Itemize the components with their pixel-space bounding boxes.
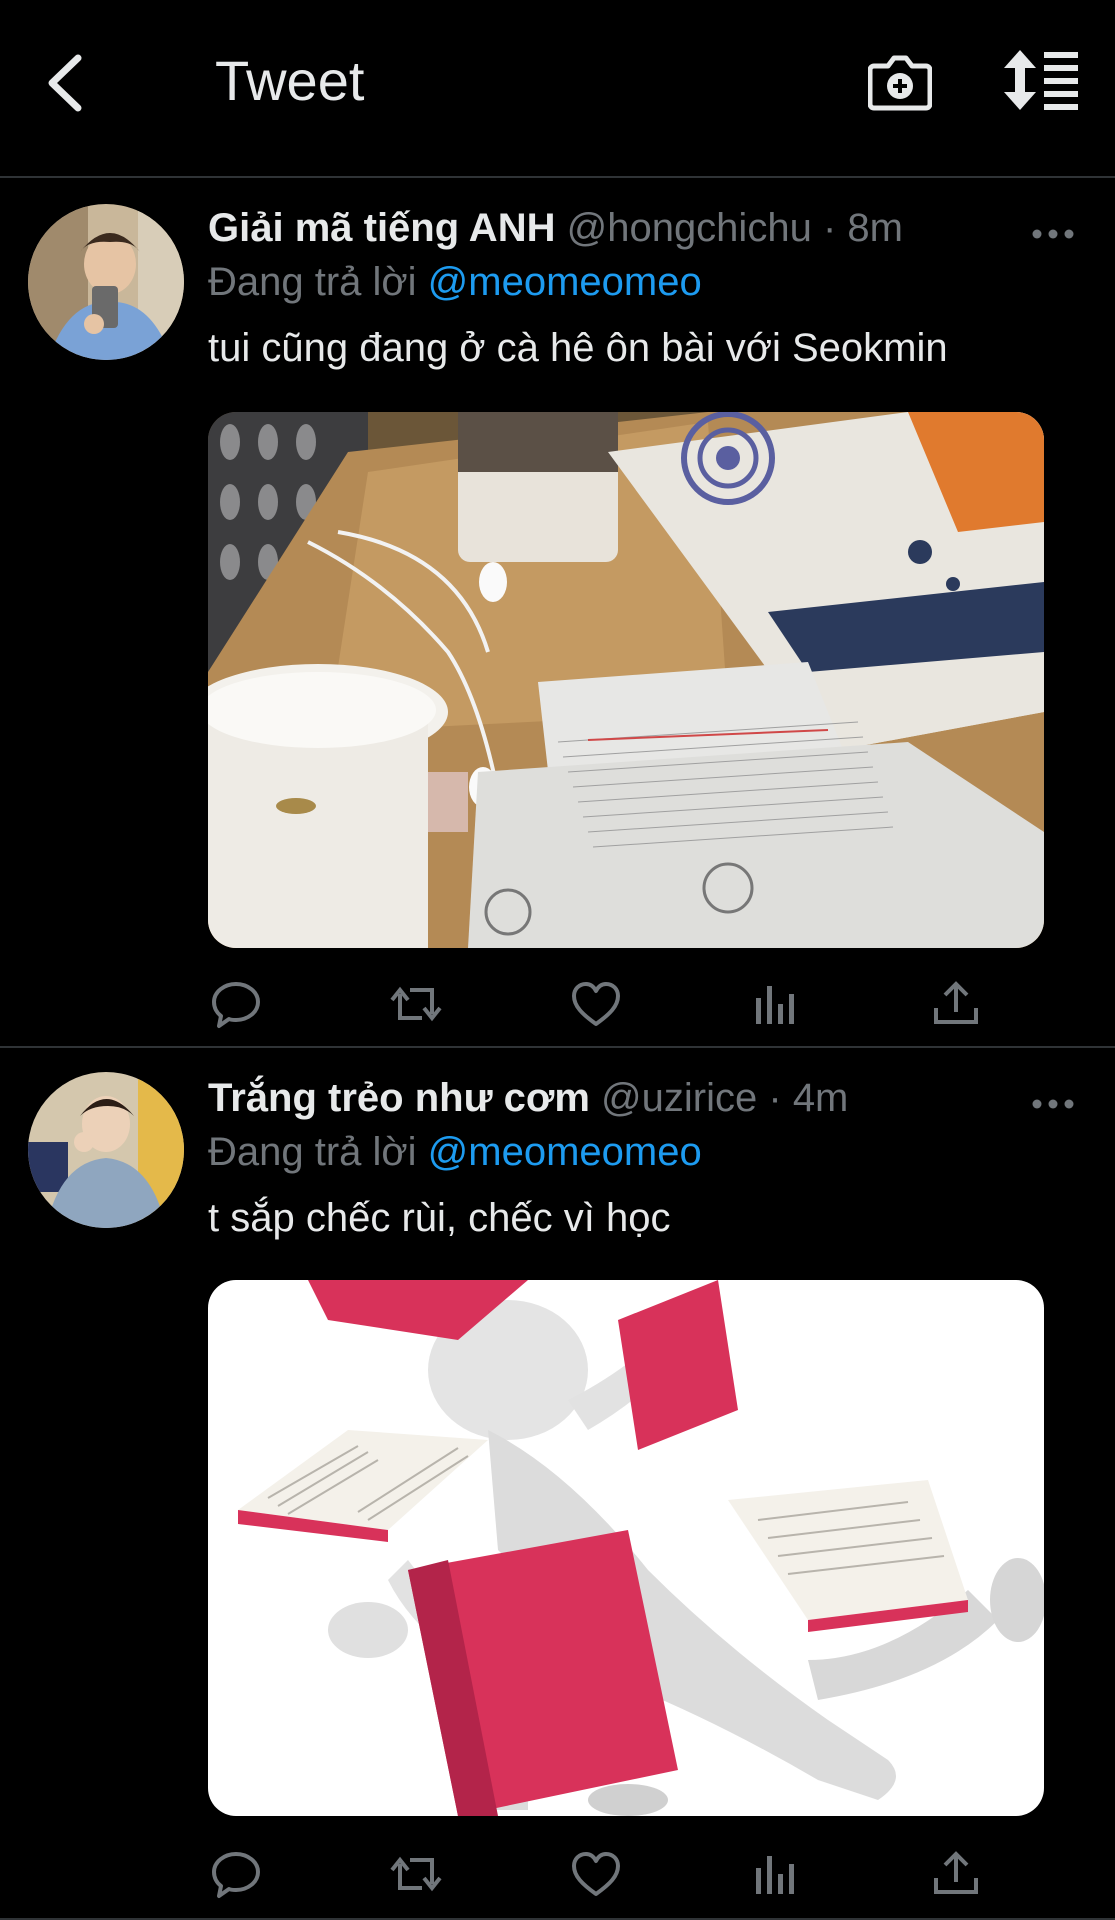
avatar[interactable] [28,204,184,360]
like-button[interactable] [568,976,624,1032]
reply-prefix: Đang trả lời [208,260,417,304]
tweet-actions [208,976,1008,1032]
tweet-image[interactable] [208,412,1044,948]
tweet-header: Trắng trẻo như cơm @uzirice · 4m [208,1076,848,1121]
tweet-text: t sắp chếc rùi, chếc vì học [208,1196,671,1240]
reply-prefix: Đang trả lời [208,1130,417,1174]
chevron-left-icon [48,54,82,112]
share-icon [934,981,978,1024]
more-options-button[interactable] [1030,224,1076,244]
analytics-button[interactable] [748,1846,804,1902]
reply-mention[interactable]: @meomeomeo [428,1130,702,1174]
timestamp: 8m [847,206,903,250]
like-icon [572,982,620,1026]
replying-to: Đang trả lời @meomeomeo [208,260,702,305]
like-button[interactable] [568,1846,624,1902]
photo-icon [208,1280,1044,1816]
tweet[interactable]: Giải mã tiếng ANH @hongchichu · 8m Đang … [0,180,1115,1048]
tweet-image[interactable] [208,1280,1044,1816]
retweet-icon [390,986,442,1022]
display-name[interactable]: Giải mã tiếng ANH [208,206,555,250]
reply-button[interactable] [208,976,264,1032]
reply-button[interactable] [208,1846,264,1902]
photo-icon [208,412,1044,948]
separator-dot: · [822,206,837,250]
analytics-icon [756,1856,794,1894]
like-icon [572,1852,620,1896]
page-title: Tweet [215,49,365,112]
analytics-icon [756,986,794,1024]
more-options-button[interactable] [1030,1094,1076,1114]
separator-dot: · [768,1076,782,1120]
reply-icon [212,982,260,1028]
retweet-button[interactable] [388,976,444,1032]
reply-mention[interactable]: @meomeomeo [428,260,702,304]
more-horizontal-icon [1032,229,1074,239]
reply-icon [212,1852,260,1898]
retweet-icon [390,1856,442,1892]
display-name[interactable]: Trắng trẻo như cơm [208,1076,590,1120]
back-button[interactable] [40,52,90,114]
avatar[interactable] [28,1072,184,1228]
sort-button[interactable] [1004,50,1080,110]
top-bar: Tweet [0,0,1115,178]
tweet-actions [208,1846,1008,1902]
tweet-text: tui cũng đang ở cà hê ôn bài với Seokmin [208,326,948,370]
user-photo [28,204,184,360]
replying-to: Đang trả lời @meomeomeo [208,1130,702,1175]
user-handle[interactable]: @hongchichu [567,206,812,250]
camera-plus-icon [867,55,933,111]
analytics-button[interactable] [748,976,804,1032]
share-button[interactable] [928,976,984,1032]
camera-button[interactable] [867,50,933,114]
share-icon [934,1851,978,1894]
tweet-header: Giải mã tiếng ANH @hongchichu · 8m [208,206,903,251]
more-horizontal-icon [1032,1099,1074,1109]
share-button[interactable] [928,1846,984,1902]
timestamp: 4m [792,1076,849,1120]
tweet[interactable]: Trắng trẻo như cơm @uzirice · 4m Đang tr… [0,1050,1115,1920]
sort-lines-icon [1004,50,1078,110]
user-photo [28,1072,184,1228]
retweet-button[interactable] [388,1846,444,1902]
user-handle[interactable]: @uzirice [601,1076,757,1120]
